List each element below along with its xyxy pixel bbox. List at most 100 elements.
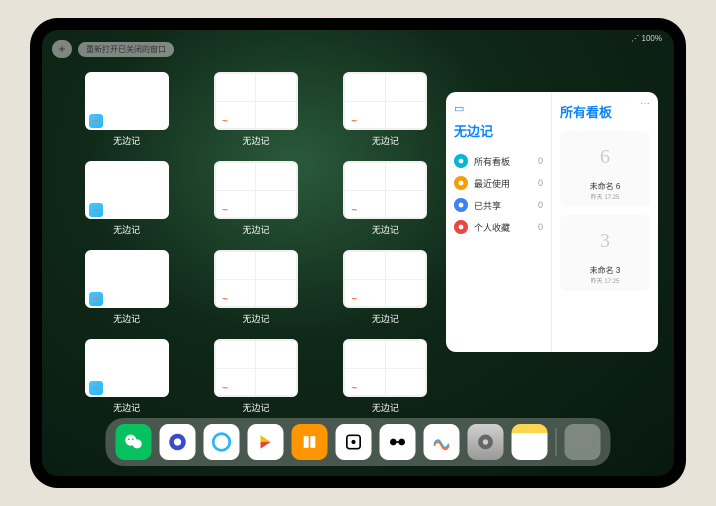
red-category-icon bbox=[454, 220, 468, 234]
app-thumbnail[interactable]: 无边记 bbox=[76, 339, 177, 414]
freeform-app-icon bbox=[89, 292, 103, 306]
app-switcher-grid: 无边记无边记无边记无边记无边记无边记无边记无边记无边记无边记无边记无边记 bbox=[76, 72, 436, 414]
app-thumbnail[interactable]: 无边记 bbox=[205, 161, 306, 236]
panel-boards: 所有看板 6未命名 6昨天 17:253未命名 3昨天 17:25 bbox=[552, 92, 658, 352]
thumbnail-label: 无边记 bbox=[242, 401, 269, 414]
board-card[interactable]: 3 未命名 3昨天 17:25 bbox=[560, 215, 650, 291]
freeform-app-icon bbox=[218, 292, 232, 306]
board-name: 未命名 6 bbox=[566, 181, 644, 192]
dock-qq-browser-icon[interactable] bbox=[204, 424, 240, 460]
more-icon[interactable]: ··· bbox=[640, 98, 650, 109]
app-thumbnail[interactable]: 无边记 bbox=[76, 250, 177, 325]
thumbnail-preview bbox=[214, 250, 298, 308]
app-thumbnail[interactable]: 无边记 bbox=[76, 161, 177, 236]
thumbnail-label: 无边记 bbox=[242, 134, 269, 147]
thumbnail-preview bbox=[214, 339, 298, 397]
thumbnail-preview bbox=[85, 339, 169, 397]
sidebar-item-count: 0 bbox=[538, 222, 543, 232]
app-thumbnail[interactable]: 无边记 bbox=[205, 72, 306, 147]
freeform-app-icon bbox=[347, 114, 361, 128]
new-window-button[interactable]: + bbox=[52, 40, 72, 58]
sidebar-item-label: 个人收藏 bbox=[474, 221, 510, 234]
board-date: 昨天 17:25 bbox=[566, 192, 644, 201]
thumbnail-label: 无边记 bbox=[242, 223, 269, 236]
freeform-app-icon bbox=[89, 381, 103, 395]
panel-left-title: 无边记 bbox=[454, 121, 543, 140]
thumbnail-label: 无边记 bbox=[242, 312, 269, 325]
freeform-app-icon bbox=[347, 203, 361, 217]
dock bbox=[106, 418, 611, 466]
dock-dumbbell-icon[interactable] bbox=[380, 424, 416, 460]
dock-play-icon[interactable] bbox=[248, 424, 284, 460]
battery-label: 100% bbox=[642, 34, 662, 43]
sidebar-item[interactable]: 最近使用 0 bbox=[454, 172, 543, 194]
app-thumbnail[interactable]: 无边记 bbox=[205, 339, 306, 414]
sidebar-item-label: 已共享 bbox=[474, 199, 501, 212]
thumbnail-label: 无边记 bbox=[113, 312, 140, 325]
thumbnail-preview bbox=[85, 72, 169, 130]
sidebar-item[interactable]: 已共享 0 bbox=[454, 194, 543, 216]
thumbnail-label: 无边记 bbox=[113, 401, 140, 414]
thumbnail-preview bbox=[343, 339, 427, 397]
board-name: 未命名 3 bbox=[566, 265, 644, 276]
board-card[interactable]: 6 未命名 6昨天 17:25 bbox=[560, 131, 650, 207]
board-date: 昨天 17:25 bbox=[566, 276, 644, 285]
thumbnail-preview bbox=[343, 250, 427, 308]
orange-category-icon bbox=[454, 176, 468, 190]
thumbnail-label: 无边记 bbox=[113, 223, 140, 236]
thumbnail-label: 无边记 bbox=[372, 312, 399, 325]
freeform-app-icon bbox=[218, 203, 232, 217]
board-sketch-preview: 6 bbox=[585, 137, 625, 177]
thumbnail-preview bbox=[85, 250, 169, 308]
app-thumbnail[interactable]: 无边记 bbox=[335, 72, 436, 147]
app-thumbnail[interactable]: 无边记 bbox=[335, 339, 436, 414]
freeform-app-icon bbox=[347, 292, 361, 306]
app-thumbnail[interactable]: 无边记 bbox=[335, 161, 436, 236]
app-thumbnail[interactable]: 无边记 bbox=[76, 72, 177, 147]
dock-dice-icon[interactable] bbox=[336, 424, 372, 460]
sidebar-toggle-icon[interactable]: ▭ bbox=[454, 102, 543, 115]
freeform-app-icon bbox=[218, 381, 232, 395]
thumbnail-preview bbox=[214, 161, 298, 219]
ipad-frame: ⋰ 100% + 重新打开已关闭的窗口 无边记无边记无边记无边记无边记无边记无边… bbox=[30, 18, 686, 488]
freeform-panel[interactable]: ··· ▭ 无边记 所有看板 0 最近使用 0 已共享 0 个人收藏 0 所有看板 6 未命名 … bbox=[446, 92, 658, 352]
thumbnail-preview bbox=[214, 72, 298, 130]
top-controls: + 重新打开已关闭的窗口 bbox=[52, 40, 174, 58]
dock-freeform-icon[interactable] bbox=[424, 424, 460, 460]
sidebar-item-count: 0 bbox=[538, 178, 543, 188]
board-sketch-preview: 3 bbox=[585, 221, 625, 261]
wifi-icon: ⋰ bbox=[631, 34, 639, 43]
thumbnail-label: 无边记 bbox=[372, 134, 399, 147]
sidebar-item-label: 最近使用 bbox=[474, 177, 510, 190]
freeform-app-icon bbox=[218, 114, 232, 128]
sidebar-item[interactable]: 个人收藏 0 bbox=[454, 216, 543, 238]
dock-quark-icon[interactable] bbox=[160, 424, 196, 460]
sidebar-item-count: 0 bbox=[538, 200, 543, 210]
thumbnail-preview bbox=[343, 72, 427, 130]
dock-app-folder-icon[interactable] bbox=[565, 424, 601, 460]
sidebar-item-count: 0 bbox=[538, 156, 543, 166]
thumbnail-preview bbox=[85, 161, 169, 219]
freeform-app-icon bbox=[89, 114, 103, 128]
cyan-category-icon bbox=[454, 154, 468, 168]
sidebar-item-label: 所有看板 bbox=[474, 155, 510, 168]
dock-books-icon[interactable] bbox=[292, 424, 328, 460]
status-bar: ⋰ 100% bbox=[631, 34, 662, 43]
sidebar-item[interactable]: 所有看板 0 bbox=[454, 150, 543, 172]
thumbnail-label: 无边记 bbox=[372, 223, 399, 236]
thumbnail-preview bbox=[343, 161, 427, 219]
thumbnail-label: 无边记 bbox=[372, 401, 399, 414]
dock-wechat-icon[interactable] bbox=[116, 424, 152, 460]
blue-category-icon bbox=[454, 198, 468, 212]
dock-notes-icon[interactable] bbox=[512, 424, 548, 460]
dock-settings-icon[interactable] bbox=[468, 424, 504, 460]
reopen-closed-window-button[interactable]: 重新打开已关闭的窗口 bbox=[78, 42, 174, 57]
panel-sidebar: ▭ 无边记 所有看板 0 最近使用 0 已共享 0 个人收藏 0 bbox=[446, 92, 552, 352]
panel-right-title: 所有看板 bbox=[560, 102, 650, 121]
dock-separator bbox=[556, 428, 557, 456]
freeform-app-icon bbox=[89, 203, 103, 217]
freeform-app-icon bbox=[347, 381, 361, 395]
app-thumbnail[interactable]: 无边记 bbox=[205, 250, 306, 325]
thumbnail-label: 无边记 bbox=[113, 134, 140, 147]
app-thumbnail[interactable]: 无边记 bbox=[335, 250, 436, 325]
